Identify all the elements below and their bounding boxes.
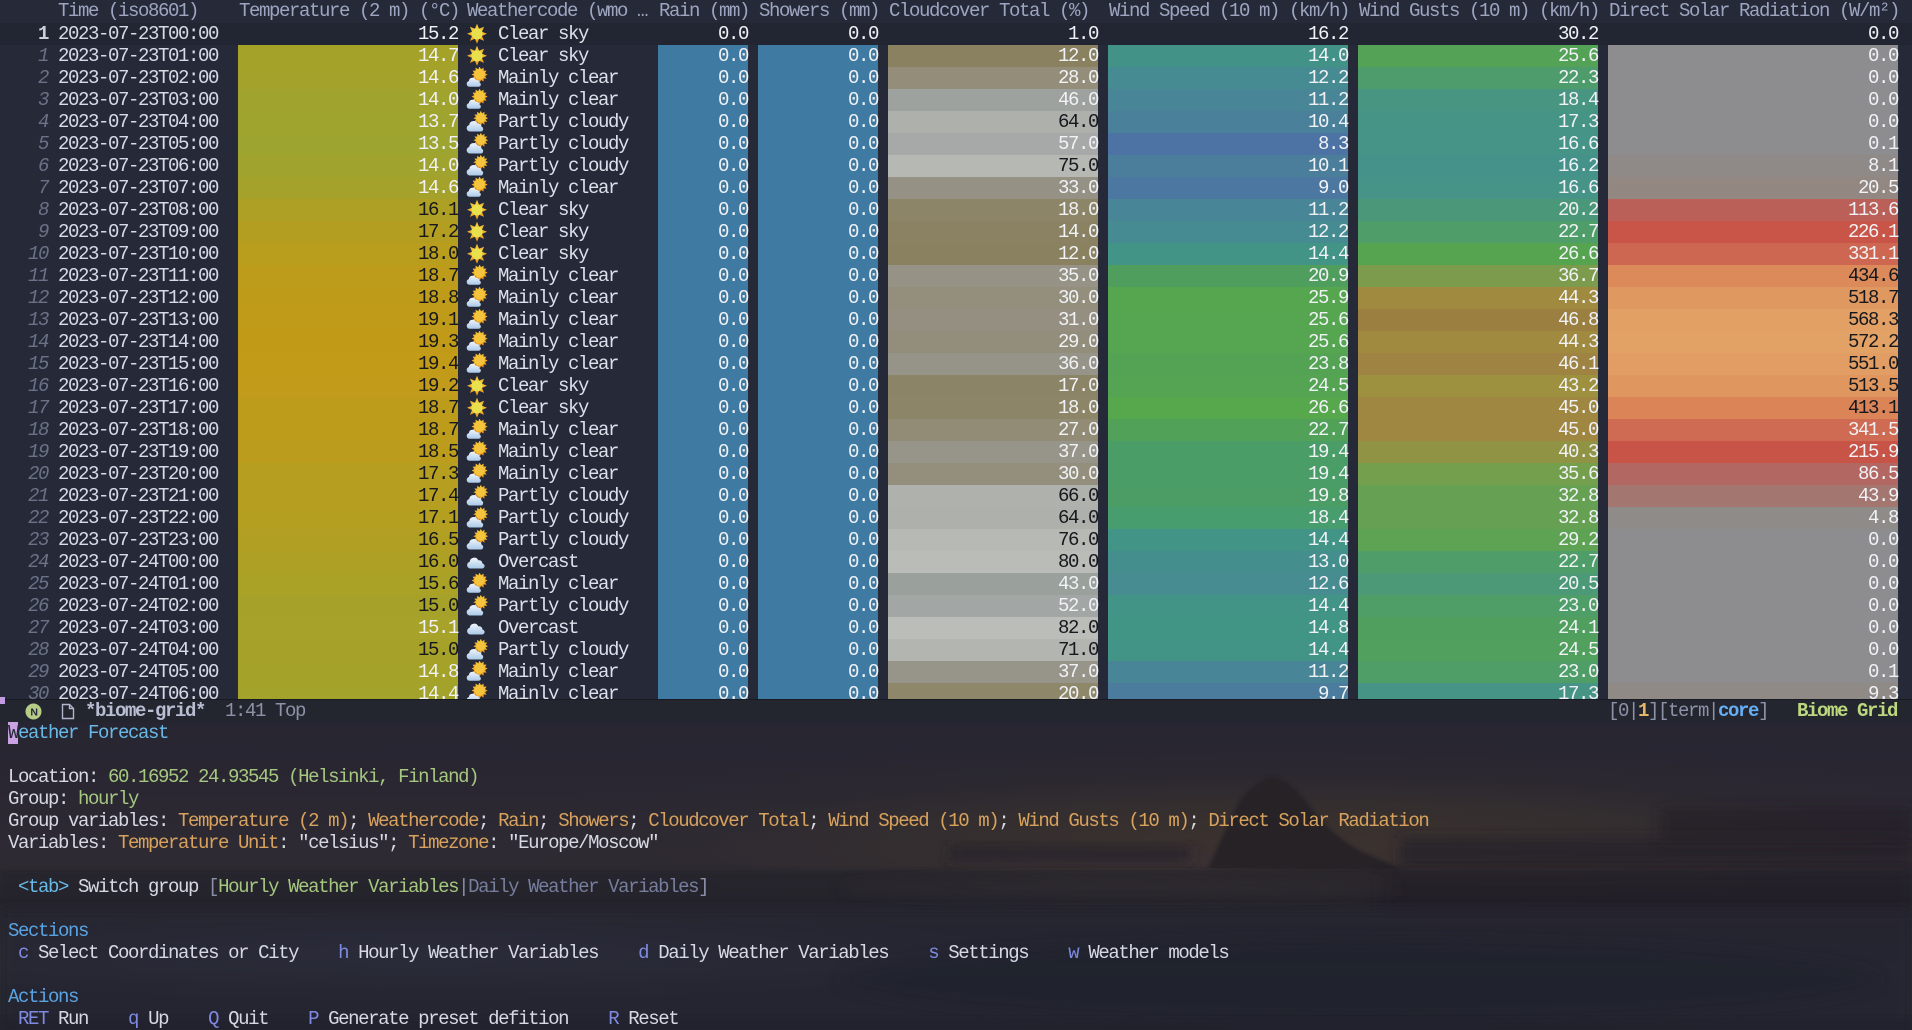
- svg-text:N: N: [30, 706, 37, 718]
